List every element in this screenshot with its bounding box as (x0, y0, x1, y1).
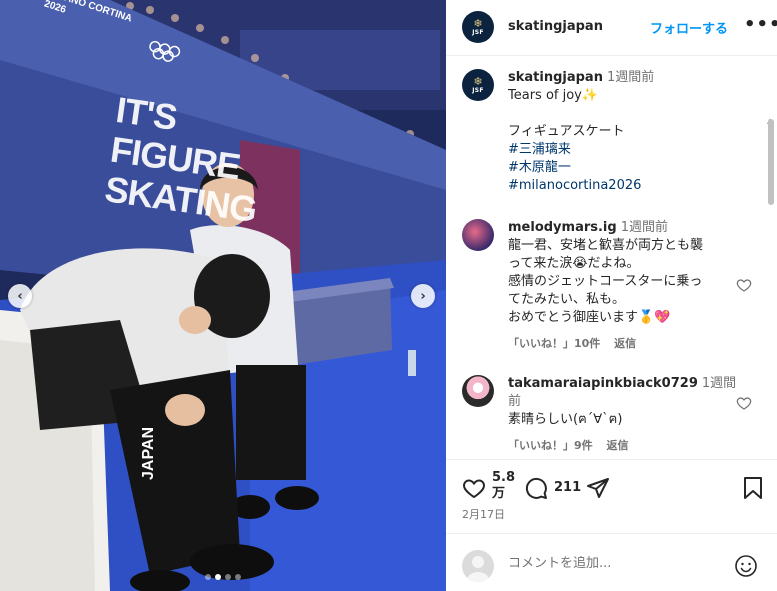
chevron-left-icon: ‹ (17, 288, 23, 304)
photo-illustration (0, 0, 446, 591)
current-user-avatar[interactable] (462, 550, 494, 582)
post-actions: 5.8 万 211 2月17日 (446, 459, 777, 531)
share-paperplane-icon[interactable] (586, 476, 610, 500)
comment-text: おめでとう御座います🥇💖 (508, 310, 671, 325)
reply-button[interactable]: 返信 (607, 439, 629, 452)
like-heart-icon[interactable] (462, 476, 486, 500)
post-caption: ❄ JSF skatingjapan 1週間前 Tears of joy✨ フィギ… (462, 69, 762, 209)
carousel-dot (235, 574, 241, 580)
avatar[interactable]: ❄ JSF (462, 69, 494, 101)
avatar[interactable]: ❄ JSF (462, 11, 494, 43)
post-date[interactable]: 2月17日 (462, 506, 505, 522)
comment-username[interactable]: melodymars.ig (508, 220, 617, 235)
comment-text: 素晴らしい(ฅ´∀`ฅ) (508, 412, 623, 427)
comment-text: 感情のジェットコースターに乗っ (508, 274, 703, 289)
comment-likes-link[interactable]: 「いいね！」9件 (508, 439, 593, 452)
avatar[interactable] (462, 219, 494, 251)
follow-button[interactable]: フォローする (650, 18, 728, 37)
comments-count[interactable]: 211 (554, 480, 581, 496)
default-user-icon (467, 556, 489, 582)
caption-text: Tears of joy✨ (508, 88, 599, 103)
chevron-right-icon: › (420, 288, 426, 304)
carousel-prev-button[interactable]: ‹ (8, 284, 32, 308)
snowflake-icon: ❄ (473, 17, 483, 30)
emoji-smiley-icon[interactable] (734, 554, 758, 578)
carousel-next-button[interactable]: › (411, 284, 435, 308)
add-comment-bar (446, 533, 777, 591)
comment-likes-link[interactable]: 「いいね！」10件 (508, 337, 600, 350)
hashtag-link[interactable]: #木原龍一 (508, 159, 740, 177)
likes-count[interactable]: 5.8 万 (492, 470, 515, 502)
heart-outline-icon[interactable] (736, 277, 752, 293)
comments-section[interactable]: ❄ JSF skatingjapan 1週間前 Tears of joy✨ フィギ… (446, 57, 777, 458)
comment-text: って来た涙😭だよね。 (508, 256, 640, 271)
comment-item: takamaraiapinkbiack0729 1週間前 素晴らしい(ฅ´∀`ฅ)… (462, 375, 762, 452)
post-photo[interactable]: IT'S FIGURE SKATING MILANO CORTINA 2026 J… (0, 0, 446, 591)
more-options-icon[interactable]: ••• (744, 14, 777, 35)
post-header: ❄ JSF skatingjapan フォローする ••• (446, 0, 777, 56)
jacket-lettering: JAPAN (140, 426, 157, 480)
scrollbar-thumb[interactable] (768, 119, 774, 205)
comment-text: 龍一君、安堵と歓喜が両方とも襲 (508, 238, 704, 253)
avatar-label: JSF (472, 87, 484, 94)
avatar-label: JSF (472, 29, 484, 36)
comment-meta: 「いいね！」9件 返信 (508, 437, 744, 455)
bookmark-icon[interactable] (742, 476, 764, 500)
caption-username[interactable]: skatingjapan (508, 70, 603, 85)
hashtag-link[interactable]: #milanocortina2026 (508, 177, 740, 195)
comment-bubble-icon[interactable] (524, 476, 548, 500)
reply-button[interactable]: 返信 (614, 337, 636, 350)
avatar[interactable] (462, 375, 494, 407)
caption-text: フィギュアスケート (508, 124, 625, 139)
comment-username[interactable]: takamaraiapinkbiack0729 (508, 376, 698, 391)
post-side-panel: ❄ JSF skatingjapan フォローする ••• ❄ JSF skat… (446, 0, 777, 591)
hashtag-link[interactable]: #三浦璃来 (508, 141, 740, 159)
comment-input[interactable] (508, 556, 728, 571)
comment-text: てたみたい、私も。 (508, 292, 626, 307)
comment-item: melodymars.ig 1週間前 龍一君、安堵と歓喜が両方とも襲 って来た涙😭… (462, 219, 762, 359)
caption-time: 1週間前 (606, 70, 655, 85)
banner-text: IT'S FIGURE SKATING (102, 88, 259, 231)
header-username[interactable]: skatingjapan (508, 19, 603, 34)
comment-time: 1週間前 (620, 220, 668, 235)
carousel-dot (205, 574, 211, 580)
heart-outline-icon[interactable] (736, 395, 752, 411)
comment-meta: 「いいね！」10件 返信 (508, 335, 740, 353)
carousel-indicator (205, 574, 241, 580)
snowflake-icon: ❄ (473, 75, 483, 88)
carousel-dot (225, 574, 231, 580)
carousel-dot-active (215, 574, 221, 580)
